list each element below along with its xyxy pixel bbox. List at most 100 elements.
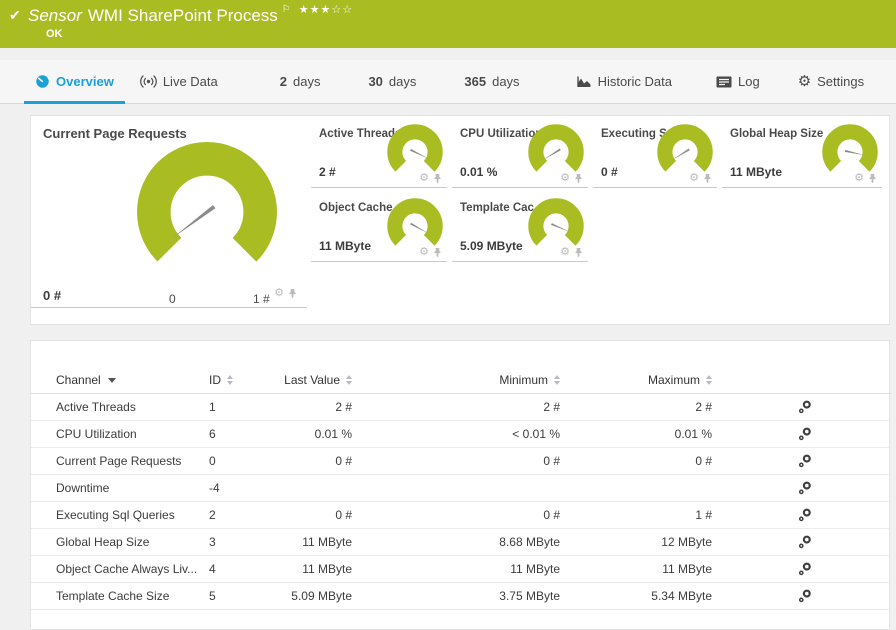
sensor-header: ✔ Sensor WMI SharePoint Process ⚐ ★★★☆☆ OK xyxy=(0,0,896,48)
channel-settings-icon[interactable] xyxy=(798,535,812,549)
tab-historic-data[interactable]: Historic Data xyxy=(563,60,685,103)
live-data-icon xyxy=(139,75,157,88)
table-row[interactable]: Object Cache Always Liv... 4 11 MByte 11… xyxy=(31,555,891,583)
table-row[interactable]: Active Threads 1 2 # 2 # 2 # xyxy=(31,393,891,421)
gauge-panel[interactable]: CPU Utilization 0.01 % ⚙ xyxy=(452,119,588,188)
cell-minimum: 0 # xyxy=(353,501,561,529)
cell-id: -4 xyxy=(208,474,253,502)
primary-gauge-panel[interactable]: Current Page Requests 0 1 # 0 # ⚙ xyxy=(31,116,307,308)
pin-icon[interactable] xyxy=(574,247,583,258)
gauge-dial xyxy=(387,198,443,254)
gear-icon[interactable]: ⚙ xyxy=(274,288,284,299)
gear-icon[interactable]: ⚙ xyxy=(419,173,429,184)
historic-chart-icon xyxy=(576,76,591,87)
gauge-panel[interactable]: Object Cache Always L... 11 MByte ⚙ xyxy=(311,193,447,262)
cell-maximum xyxy=(561,474,713,502)
tab-label: Live Data xyxy=(162,74,218,89)
tab-bar: Overview Live Data 2 days 30 days 365 da… xyxy=(0,60,896,104)
gauge-panel[interactable]: Executing Sql Queries 0 # ⚙ xyxy=(593,119,717,188)
cell-channel[interactable]: Template Cache Size xyxy=(31,582,208,610)
cell-channel[interactable]: CPU Utilization xyxy=(31,420,208,448)
gauge-value: 11 MByte xyxy=(730,165,783,179)
tab-settings[interactable]: ⚙ Settings xyxy=(785,60,877,103)
cell-last-value: 11 MByte xyxy=(253,528,353,556)
channel-settings-icon[interactable] xyxy=(798,562,812,576)
table-row[interactable]: CPU Utilization 6 0.01 % < 0.01 % 0.01 % xyxy=(31,420,891,448)
cell-channel[interactable]: Global Heap Size xyxy=(31,528,208,556)
sensor-kind-label: Sensor xyxy=(28,6,82,25)
gauge-value: 0 # xyxy=(43,288,62,303)
gear-icon[interactable]: ⚙ xyxy=(560,247,570,258)
status-badge: OK xyxy=(46,28,63,40)
channel-settings-icon[interactable] xyxy=(798,589,812,603)
cell-channel[interactable]: Executing Sql Queries xyxy=(31,501,208,529)
gear-icon[interactable]: ⚙ xyxy=(854,173,864,184)
cell-maximum: 5.34 MByte xyxy=(561,582,713,610)
cell-channel[interactable]: Current Page Requests xyxy=(31,447,208,475)
flag-icon[interactable]: ⚐ xyxy=(282,4,291,15)
cell-last-value: 2 # xyxy=(253,393,353,421)
channel-settings-icon[interactable] xyxy=(798,454,812,468)
gear-icon[interactable]: ⚙ xyxy=(689,173,699,184)
tab-label: days xyxy=(388,74,417,89)
gauge-panel[interactable]: Template Cache Size 5.09 MByte ⚙ xyxy=(452,193,588,262)
cell-maximum: 0 # xyxy=(561,447,713,475)
cell-last-value xyxy=(253,474,353,502)
gear-icon[interactable]: ⚙ xyxy=(560,173,570,184)
table-row[interactable]: Template Cache Size 5 5.09 MByte 3.75 MB… xyxy=(31,582,891,610)
tab-2-days[interactable]: 2 days xyxy=(267,60,334,103)
pin-icon[interactable] xyxy=(868,173,877,184)
tab-30-days[interactable]: 30 days xyxy=(355,60,429,103)
tab-label: Log xyxy=(737,74,760,89)
column-label: Maximum xyxy=(647,372,700,387)
table-row[interactable]: Current Page Requests 0 0 # 0 # 0 # xyxy=(31,447,891,475)
cell-minimum: < 0.01 % xyxy=(353,420,561,448)
page-title: Sensor WMI SharePoint Process ⚐ ★★★☆☆ xyxy=(28,3,353,26)
cell-channel[interactable]: Object Cache Always Liv... xyxy=(31,555,208,583)
stars-filled: ★★★ xyxy=(298,4,332,16)
gear-icon[interactable]: ⚙ xyxy=(419,247,429,258)
gauge-title: Global Heap Size xyxy=(730,128,824,140)
tab-overview[interactable]: Overview xyxy=(22,60,127,104)
pin-icon[interactable] xyxy=(433,173,442,184)
priority-stars[interactable]: ★★★☆☆ xyxy=(299,4,353,16)
sort-icon xyxy=(706,374,712,385)
channel-settings-icon[interactable] xyxy=(798,508,812,522)
column-header-channel[interactable]: Channel xyxy=(31,367,208,394)
table-row[interactable]: Executing Sql Queries 2 0 # 0 # 1 # xyxy=(31,501,891,529)
pin-icon[interactable] xyxy=(288,288,297,299)
pin-icon[interactable] xyxy=(574,173,583,184)
table-row[interactable]: Downtime -4 xyxy=(31,474,891,502)
column-header-last-value[interactable]: Last Value xyxy=(253,367,353,394)
cell-channel[interactable]: Active Threads xyxy=(31,393,208,421)
tab-log[interactable]: Log xyxy=(703,60,773,103)
gauge-panel[interactable]: Global Heap Size 11 MByte ⚙ xyxy=(722,119,882,188)
table-row[interactable]: Global Heap Size 3 11 MByte 8.68 MByte 1… xyxy=(31,528,891,556)
pin-icon[interactable] xyxy=(703,173,712,184)
column-header-maximum[interactable]: Maximum xyxy=(561,367,713,394)
log-icon xyxy=(716,76,732,87)
tab-live-data[interactable]: Live Data xyxy=(127,60,231,103)
gauge-panel[interactable]: Active Threads 2 # ⚙ xyxy=(311,119,447,188)
check-icon: ✔ xyxy=(9,7,21,23)
column-header-id[interactable]: ID xyxy=(208,367,253,394)
cell-minimum xyxy=(353,474,561,502)
cell-id: 3 xyxy=(208,528,253,556)
cell-channel[interactable]: Downtime xyxy=(31,474,208,502)
gauge-dial xyxy=(528,198,584,254)
cell-id: 0 xyxy=(208,447,253,475)
channel-settings-icon[interactable] xyxy=(798,481,812,495)
stars-empty: ☆☆ xyxy=(331,4,354,16)
sort-desc-icon xyxy=(107,377,116,383)
channel-table-panel: Channel ID Last Value Minimum Maximum Ac… xyxy=(30,340,891,630)
column-header-minimum[interactable]: Minimum xyxy=(353,367,561,394)
tab-label: Overview xyxy=(56,74,114,89)
channel-settings-icon[interactable] xyxy=(798,400,812,414)
gauge-scale-max: 1 # xyxy=(253,292,270,306)
column-label: Minimum xyxy=(499,372,548,387)
tab-365-days[interactable]: 365 days xyxy=(451,60,532,103)
channel-settings-icon[interactable] xyxy=(798,427,812,441)
pin-icon[interactable] xyxy=(433,247,442,258)
cell-minimum: 11 MByte xyxy=(353,555,561,583)
gauge-icon xyxy=(36,75,49,88)
